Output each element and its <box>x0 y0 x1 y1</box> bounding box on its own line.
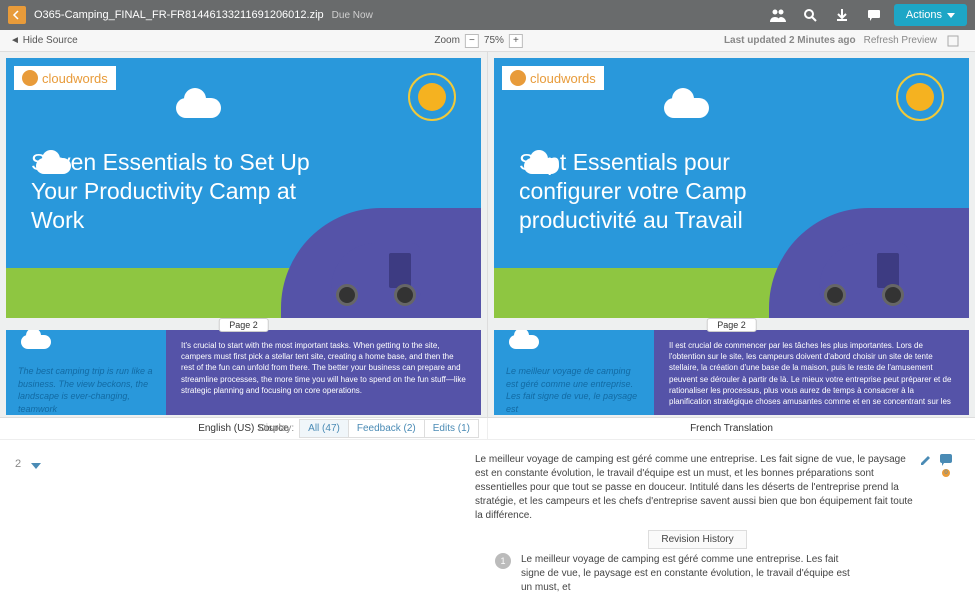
source-slide-title: Seven Essentials to Set Up Your Producti… <box>31 148 341 234</box>
display-label: Display: <box>259 423 295 434</box>
zoom-out-button[interactable]: − <box>465 34 479 48</box>
download-icon[interactable] <box>830 3 854 27</box>
actions-label: Actions <box>906 9 942 21</box>
segment-number: 2 <box>15 458 21 470</box>
revision-badge: 1 <box>495 553 511 569</box>
top-bar: O365-Camping_FINAL_FR-FR8144613321169120… <box>0 0 975 30</box>
page-indicator: Page 2 <box>706 318 757 332</box>
page-indicator: Page 2 <box>218 318 269 332</box>
target-lang-label: French Translation <box>690 423 773 434</box>
display-filters: Display: All (47) Feedback (2) Edits (1) <box>259 419 479 438</box>
revision-history-button[interactable]: Revision History <box>648 530 746 549</box>
last-updated-label: Last updated 2 Minutes ago <box>724 35 856 46</box>
edit-icon[interactable] <box>919 453 933 480</box>
hide-source-toggle[interactable]: ◄ Hide Source <box>10 35 78 46</box>
segment-expand-icon[interactable] <box>31 458 41 472</box>
sub-toolbar: ◄ Hide Source Zoom − 75% + Last updated … <box>0 30 975 52</box>
target-p2-body: Il est crucial de commencer par les tâch… <box>654 330 969 415</box>
cloud-graphic <box>664 98 709 118</box>
zoom-in-button[interactable]: + <box>509 34 523 48</box>
source-preview: cloudwords Seven Essentials to Set Up Yo… <box>0 52 487 417</box>
filter-edits[interactable]: Edits (1) <box>424 419 479 438</box>
source-p2-body: It's crucial to start with the most impo… <box>166 330 481 415</box>
segment-row: 2 0 Le meilleur voyage de camping est gé… <box>0 440 975 608</box>
zoom-label: Zoom <box>434 35 460 46</box>
zoom-value: 75% <box>484 35 504 46</box>
expand-icon[interactable] <box>941 29 965 53</box>
filter-feedback[interactable]: Feedback (2) <box>348 419 425 438</box>
revision-text: Le meilleur voyage de camping est géré c… <box>521 553 860 595</box>
target-slide-2: Le meilleur voyage de camping est géré c… <box>494 330 969 415</box>
cloudwords-logo: cloudwords <box>502 66 604 90</box>
search-icon[interactable] <box>798 3 822 27</box>
users-icon[interactable] <box>766 3 790 27</box>
actions-button[interactable]: Actions <box>894 4 967 26</box>
source-slide-2: The best camping trip is run like a busi… <box>6 330 481 415</box>
chat-icon[interactable] <box>862 3 886 27</box>
source-p2-quote: The best camping trip is run like a busi… <box>18 365 154 415</box>
target-slide-1: cloudwords Sept Essentials pour configur… <box>494 58 969 318</box>
project-filename: O365-Camping_FINAL_FR-FR8144613321169120… <box>34 9 324 21</box>
target-preview: cloudwords Sept Essentials pour configur… <box>487 52 975 417</box>
refresh-preview-button[interactable]: Refresh Preview <box>864 35 937 46</box>
filter-all[interactable]: All (47) <box>299 419 349 438</box>
target-p2-quote: Le meilleur voyage de camping est géré c… <box>506 365 642 415</box>
cloudwords-logo: cloudwords <box>14 66 116 90</box>
back-button[interactable] <box>8 6 26 24</box>
cloud-graphic <box>176 98 221 118</box>
sun-graphic <box>896 73 944 121</box>
target-slide-title: Sept Essentials pour configurer votre Ca… <box>519 148 829 234</box>
revision-item: 1 Le meilleur voyage de camping est géré… <box>475 553 920 595</box>
due-label: Due Now <box>332 10 373 21</box>
comment-icon[interactable]: 0 <box>939 453 955 480</box>
source-slide-1: cloudwords Seven Essentials to Set Up Yo… <box>6 58 481 318</box>
sun-graphic <box>408 73 456 121</box>
preview-area: cloudwords Seven Essentials to Set Up Yo… <box>0 52 975 417</box>
zoom-controls: Zoom − 75% + <box>434 34 523 48</box>
segment-translation[interactable]: Le meilleur voyage de camping est géré c… <box>475 453 920 523</box>
segment-panel: English (US) Source Display: All (47) Fe… <box>0 417 975 608</box>
